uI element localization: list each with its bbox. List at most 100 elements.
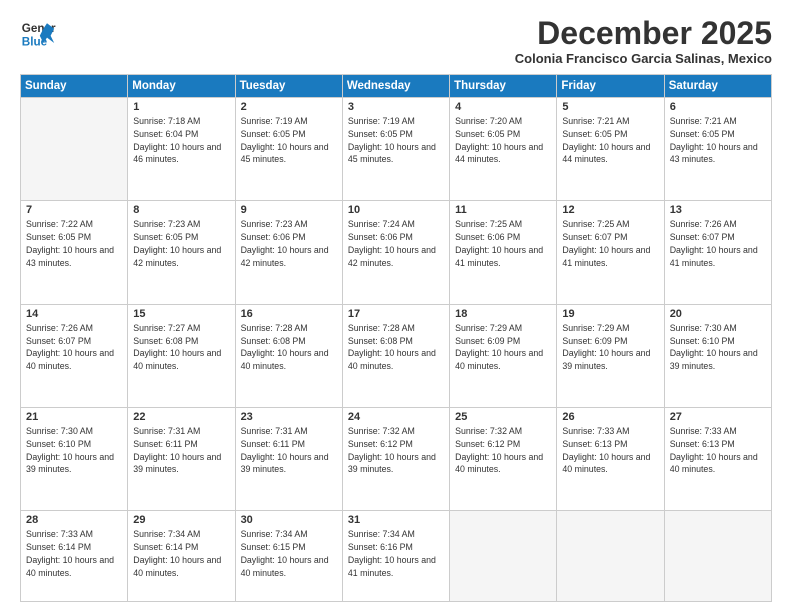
calendar-day-cell: 21Sunrise: 7:30 AMSunset: 6:10 PMDayligh…	[21, 408, 128, 511]
day-content: Sunrise: 7:18 AMSunset: 6:04 PMDaylight:…	[133, 115, 229, 166]
calendar-header-row: SundayMondayTuesdayWednesdayThursdayFrid…	[21, 75, 772, 98]
day-content: Sunrise: 7:23 AMSunset: 6:05 PMDaylight:…	[133, 218, 229, 269]
calendar-week-row: 1 Sunrise: 7:18 AMSunset: 6:04 PMDaylight…	[21, 98, 772, 201]
day-content: Sunrise: 7:33 AMSunset: 6:13 PMDaylight:…	[562, 425, 658, 476]
calendar-day-cell: 17 Sunrise: 7:28 AMSunset: 6:08 PMDayligh…	[342, 304, 449, 407]
day-number: 29	[133, 514, 229, 526]
weekday-header-cell: Saturday	[664, 75, 771, 98]
page: General Blue December 2025 Colonia Franc…	[0, 0, 792, 612]
day-content: Sunrise: 7:33 AMSunset: 6:13 PMDaylight:…	[670, 425, 766, 476]
title-block: December 2025 Colonia Francisco Garcia S…	[515, 16, 772, 66]
day-number: 11	[455, 204, 551, 216]
day-number: 4	[455, 101, 551, 113]
calendar-day-cell	[21, 98, 128, 201]
day-content: Sunrise: 7:30 AMSunset: 6:10 PMDaylight:…	[26, 425, 122, 476]
day-content: Sunrise: 7:28 AMSunset: 6:08 PMDaylight:…	[348, 322, 444, 373]
day-number: 27	[670, 411, 766, 423]
calendar-week-row: 14 Sunrise: 7:26 AMSunset: 6:07 PMDayligh…	[21, 304, 772, 407]
calendar-day-cell: 20Sunrise: 7:30 AMSunset: 6:10 PMDayligh…	[664, 304, 771, 407]
weekday-header-cell: Sunday	[21, 75, 128, 98]
day-content: Sunrise: 7:20 AMSunset: 6:05 PMDaylight:…	[455, 115, 551, 166]
day-number: 22	[133, 411, 229, 423]
day-number: 17	[348, 308, 444, 320]
calendar-body: 1 Sunrise: 7:18 AMSunset: 6:04 PMDaylight…	[21, 98, 772, 602]
day-number: 10	[348, 204, 444, 216]
day-content: Sunrise: 7:25 AMSunset: 6:07 PMDaylight:…	[562, 218, 658, 269]
calendar-day-cell: 7 Sunrise: 7:22 AMSunset: 6:05 PMDaylight…	[21, 201, 128, 304]
calendar-day-cell: 14 Sunrise: 7:26 AMSunset: 6:07 PMDayligh…	[21, 304, 128, 407]
day-number: 3	[348, 101, 444, 113]
day-content: Sunrise: 7:27 AMSunset: 6:08 PMDaylight:…	[133, 322, 229, 373]
day-number: 30	[241, 514, 337, 526]
calendar-day-cell: 18 Sunrise: 7:29 AMSunset: 6:09 PMDayligh…	[450, 304, 557, 407]
day-content: Sunrise: 7:33 AMSunset: 6:14 PMDaylight:…	[26, 528, 122, 579]
calendar-day-cell: 24Sunrise: 7:32 AMSunset: 6:12 PMDayligh…	[342, 408, 449, 511]
day-number: 6	[670, 101, 766, 113]
calendar-table: SundayMondayTuesdayWednesdayThursdayFrid…	[20, 74, 772, 602]
day-content: Sunrise: 7:21 AMSunset: 6:05 PMDaylight:…	[670, 115, 766, 166]
day-number: 9	[241, 204, 337, 216]
weekday-header-cell: Thursday	[450, 75, 557, 98]
day-content: Sunrise: 7:29 AMSunset: 6:09 PMDaylight:…	[455, 322, 551, 373]
calendar-day-cell: 27 Sunrise: 7:33 AMSunset: 6:13 PMDayligh…	[664, 408, 771, 511]
day-number: 7	[26, 204, 122, 216]
day-content: Sunrise: 7:30 AMSunset: 6:10 PMDaylight:…	[670, 322, 766, 373]
calendar-day-cell: 12 Sunrise: 7:25 AMSunset: 6:07 PMDayligh…	[557, 201, 664, 304]
day-number: 1	[133, 101, 229, 113]
day-number: 23	[241, 411, 337, 423]
calendar-day-cell: 8Sunrise: 7:23 AMSunset: 6:05 PMDaylight…	[128, 201, 235, 304]
day-number: 12	[562, 204, 658, 216]
day-content: Sunrise: 7:34 AMSunset: 6:15 PMDaylight:…	[241, 528, 337, 579]
calendar-week-row: 28 Sunrise: 7:33 AMSunset: 6:14 PMDayligh…	[21, 511, 772, 602]
calendar-day-cell: 3 Sunrise: 7:19 AMSunset: 6:05 PMDaylight…	[342, 98, 449, 201]
day-number: 5	[562, 101, 658, 113]
day-number: 26	[562, 411, 658, 423]
day-content: Sunrise: 7:32 AMSunset: 6:12 PMDaylight:…	[455, 425, 551, 476]
day-content: Sunrise: 7:19 AMSunset: 6:05 PMDaylight:…	[241, 115, 337, 166]
day-content: Sunrise: 7:26 AMSunset: 6:07 PMDaylight:…	[670, 218, 766, 269]
day-number: 18	[455, 308, 551, 320]
calendar-day-cell: 5 Sunrise: 7:21 AMSunset: 6:05 PMDaylight…	[557, 98, 664, 201]
weekday-header-cell: Wednesday	[342, 75, 449, 98]
day-content: Sunrise: 7:21 AMSunset: 6:05 PMDaylight:…	[562, 115, 658, 166]
calendar-day-cell: 4 Sunrise: 7:20 AMSunset: 6:05 PMDaylight…	[450, 98, 557, 201]
calendar-day-cell: 11 Sunrise: 7:25 AMSunset: 6:06 PMDayligh…	[450, 201, 557, 304]
calendar-day-cell: 10 Sunrise: 7:24 AMSunset: 6:06 PMDayligh…	[342, 201, 449, 304]
day-content: Sunrise: 7:34 AMSunset: 6:16 PMDaylight:…	[348, 528, 444, 579]
day-content: Sunrise: 7:31 AMSunset: 6:11 PMDaylight:…	[241, 425, 337, 476]
day-content: Sunrise: 7:34 AMSunset: 6:14 PMDaylight:…	[133, 528, 229, 579]
day-content: Sunrise: 7:26 AMSunset: 6:07 PMDaylight:…	[26, 322, 122, 373]
calendar-day-cell: 23 Sunrise: 7:31 AMSunset: 6:11 PMDayligh…	[235, 408, 342, 511]
calendar-day-cell: 6 Sunrise: 7:21 AMSunset: 6:05 PMDaylight…	[664, 98, 771, 201]
location: Colonia Francisco Garcia Salinas, Mexico	[515, 51, 772, 66]
calendar-day-cell: 9Sunrise: 7:23 AMSunset: 6:06 PMDaylight…	[235, 201, 342, 304]
calendar-day-cell: 2Sunrise: 7:19 AMSunset: 6:05 PMDaylight…	[235, 98, 342, 201]
calendar-day-cell	[450, 511, 557, 602]
calendar-day-cell: 28 Sunrise: 7:33 AMSunset: 6:14 PMDayligh…	[21, 511, 128, 602]
day-number: 28	[26, 514, 122, 526]
header: General Blue December 2025 Colonia Franc…	[20, 16, 772, 66]
day-content: Sunrise: 7:24 AMSunset: 6:06 PMDaylight:…	[348, 218, 444, 269]
day-content: Sunrise: 7:25 AMSunset: 6:06 PMDaylight:…	[455, 218, 551, 269]
day-number: 13	[670, 204, 766, 216]
calendar-day-cell: 22Sunrise: 7:31 AMSunset: 6:11 PMDayligh…	[128, 408, 235, 511]
day-content: Sunrise: 7:29 AMSunset: 6:09 PMDaylight:…	[562, 322, 658, 373]
weekday-header-cell: Friday	[557, 75, 664, 98]
day-content: Sunrise: 7:22 AMSunset: 6:05 PMDaylight:…	[26, 218, 122, 269]
calendar-day-cell: 13 Sunrise: 7:26 AMSunset: 6:07 PMDayligh…	[664, 201, 771, 304]
logo-icon: General Blue	[20, 16, 56, 52]
calendar-day-cell: 15Sunrise: 7:27 AMSunset: 6:08 PMDayligh…	[128, 304, 235, 407]
calendar-week-row: 21Sunrise: 7:30 AMSunset: 6:10 PMDayligh…	[21, 408, 772, 511]
day-content: Sunrise: 7:32 AMSunset: 6:12 PMDaylight:…	[348, 425, 444, 476]
calendar-day-cell: 30 Sunrise: 7:34 AMSunset: 6:15 PMDayligh…	[235, 511, 342, 602]
day-content: Sunrise: 7:19 AMSunset: 6:05 PMDaylight:…	[348, 115, 444, 166]
logo: General Blue	[20, 16, 56, 52]
weekday-header-cell: Monday	[128, 75, 235, 98]
calendar-day-cell: 16Sunrise: 7:28 AMSunset: 6:08 PMDayligh…	[235, 304, 342, 407]
day-content: Sunrise: 7:28 AMSunset: 6:08 PMDaylight:…	[241, 322, 337, 373]
calendar-day-cell: 19Sunrise: 7:29 AMSunset: 6:09 PMDayligh…	[557, 304, 664, 407]
day-number: 14	[26, 308, 122, 320]
day-number: 25	[455, 411, 551, 423]
calendar-day-cell: 1 Sunrise: 7:18 AMSunset: 6:04 PMDaylight…	[128, 98, 235, 201]
calendar-day-cell: 26 Sunrise: 7:33 AMSunset: 6:13 PMDayligh…	[557, 408, 664, 511]
